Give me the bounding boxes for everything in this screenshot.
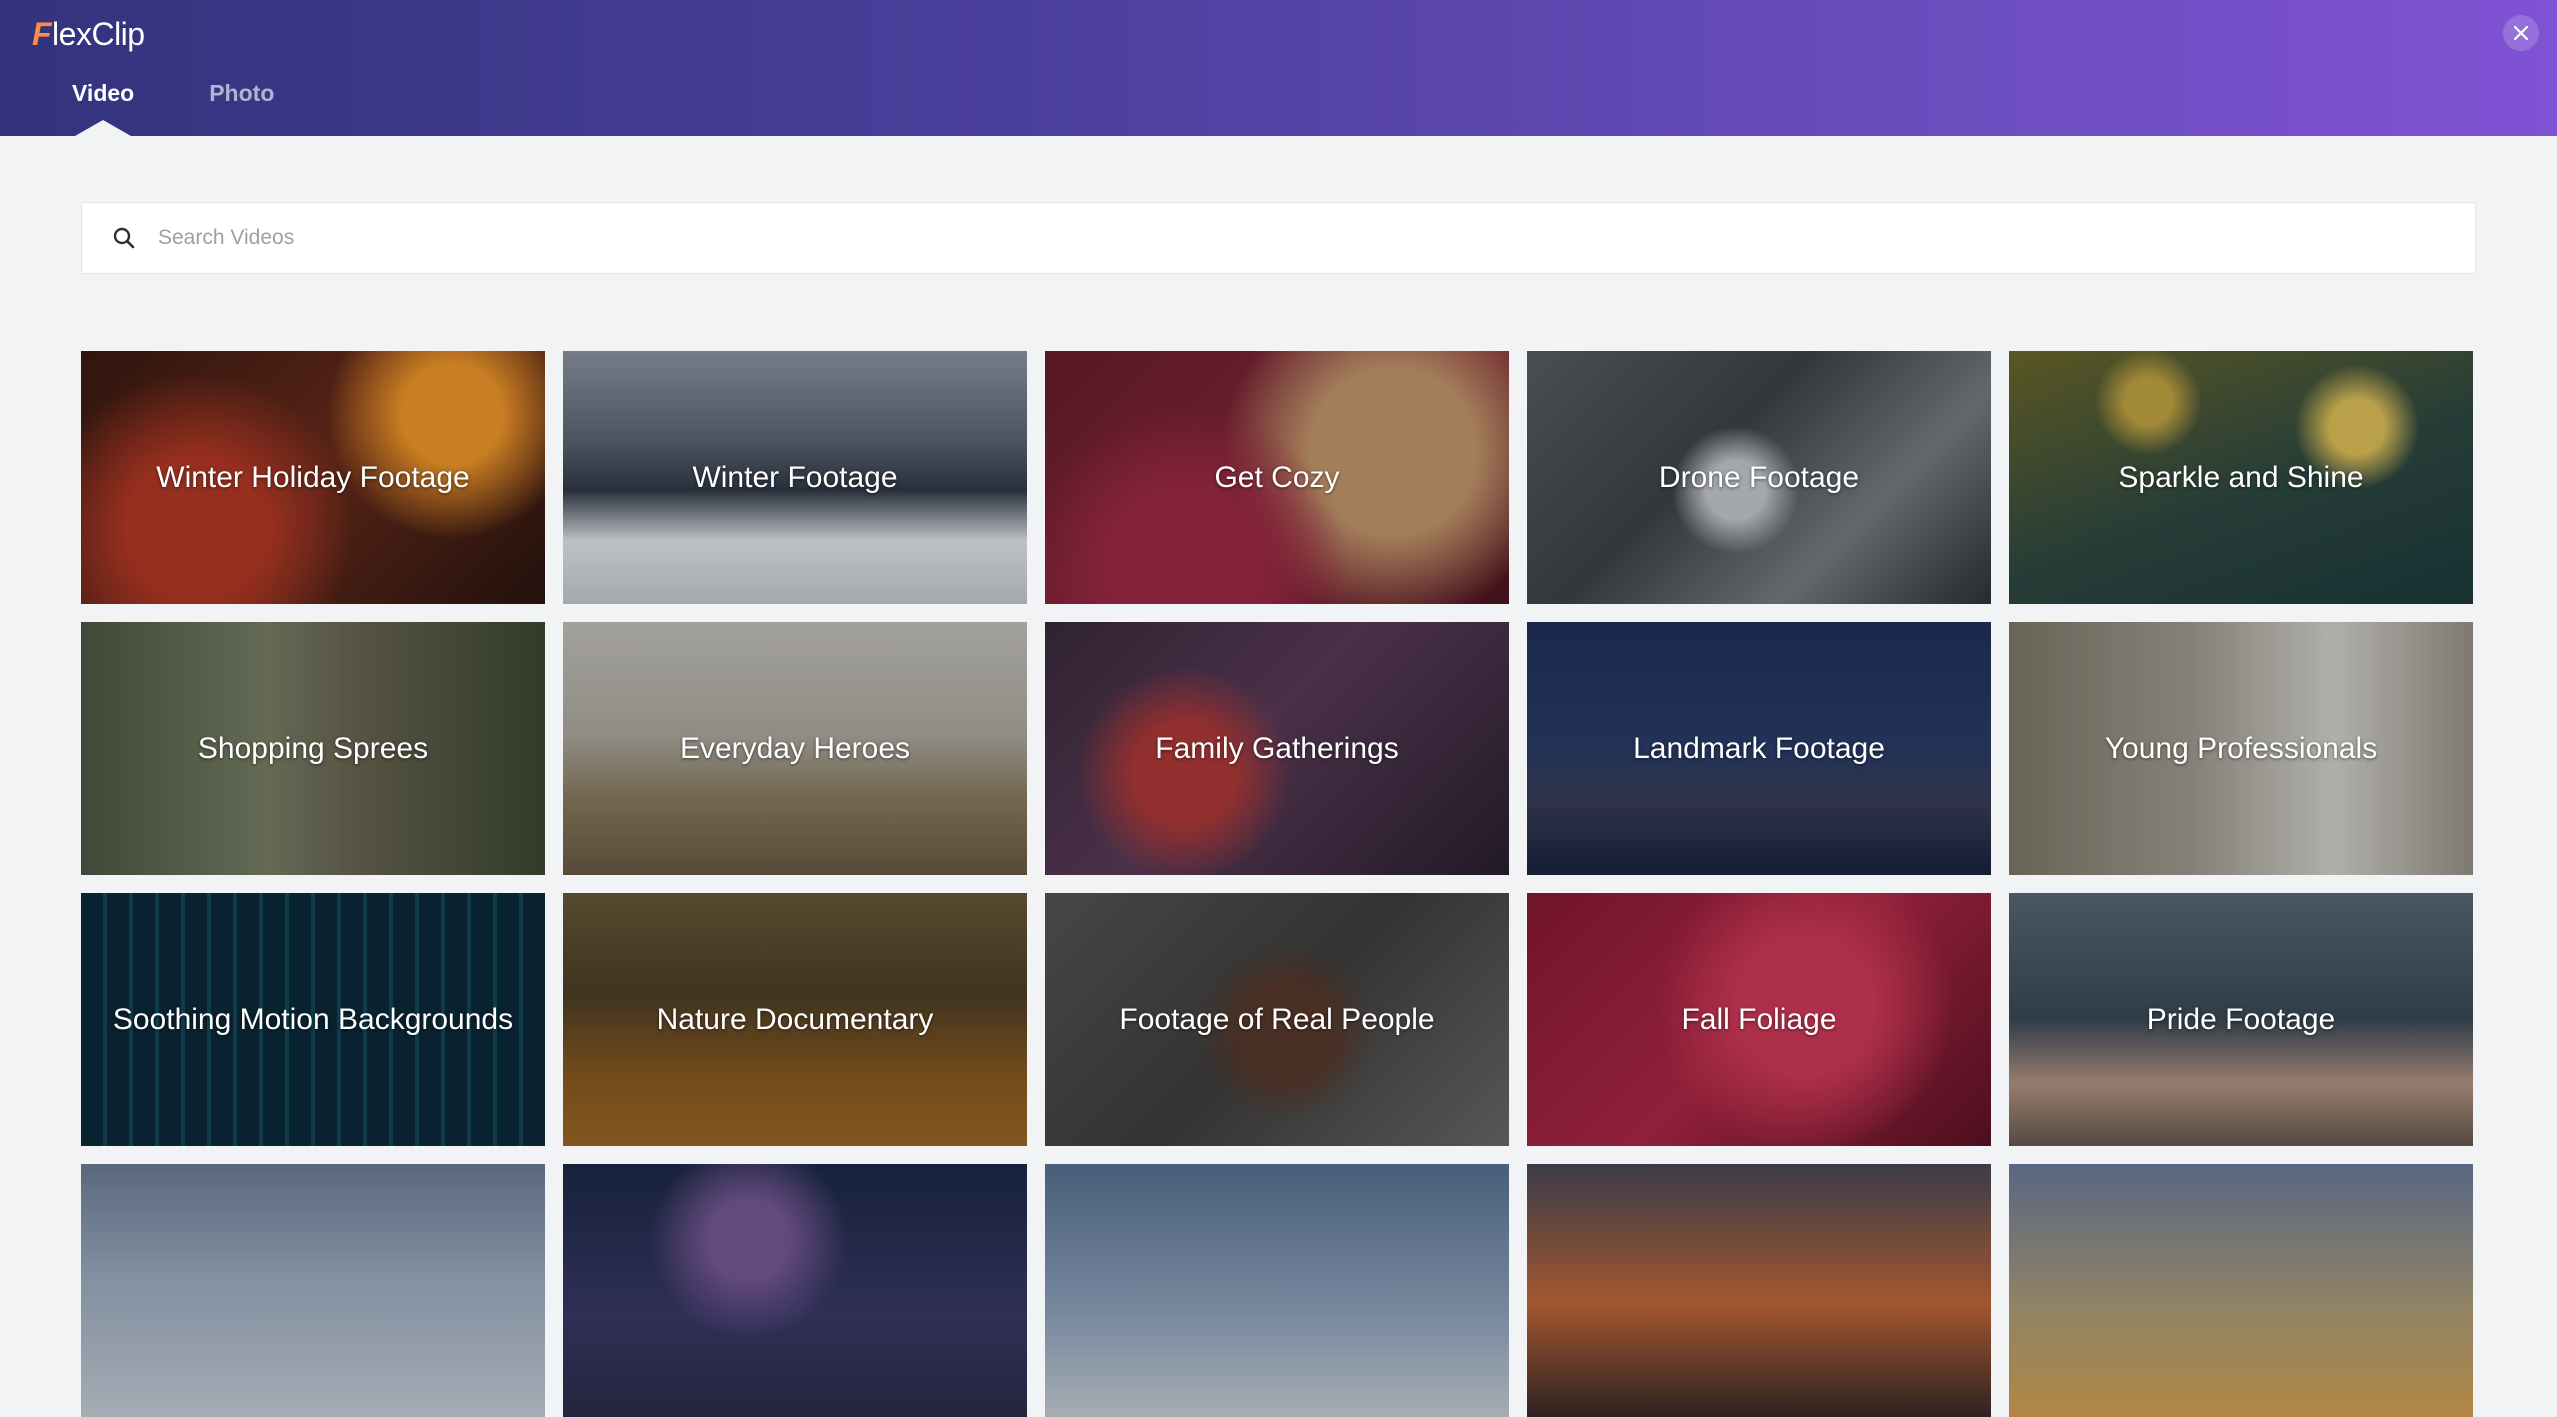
tile-label: Drone Footage (1658, 460, 1860, 494)
tile-label: Landmark Footage (1633, 731, 1885, 765)
category-tile[interactable]: Footage of Real People (1045, 893, 1509, 1146)
tile-label: Pride Footage (2146, 1002, 2336, 1036)
category-tile[interactable]: Winter Footage (563, 351, 1027, 604)
flexclip-logo: FlexClip (32, 14, 145, 54)
tile-label: Winter Footage (692, 460, 898, 494)
tile-label: Young Professionals (2104, 731, 2378, 765)
tile-label: Soothing Motion Backgrounds (112, 1002, 514, 1036)
category-tile[interactable]: Young Professionals (2009, 622, 2473, 875)
tab-video[interactable]: Video (72, 80, 134, 136)
tile-label: Sparkle and Shine (2118, 460, 2364, 494)
category-tile[interactable]: Everyday Heroes (563, 622, 1027, 875)
close-button[interactable] (2503, 15, 2539, 51)
category-tile[interactable]: Nature Documentary (563, 893, 1027, 1146)
search-input[interactable] (158, 226, 2358, 250)
search-icon (113, 227, 135, 249)
category-tile[interactable]: Pride Footage (2009, 893, 2473, 1146)
search-bar (81, 202, 2476, 274)
media-tabs: Video Photo (72, 80, 274, 136)
tile-label: Everyday Heroes (679, 731, 911, 765)
close-icon (2514, 26, 2528, 40)
logo-mark: F (32, 15, 52, 52)
category-tile[interactable]: Sparkle and Shine (2009, 351, 2473, 604)
category-tile[interactable]: Fall Foliage (1527, 893, 1991, 1146)
category-tile[interactable] (563, 1164, 1027, 1417)
category-tile[interactable]: Drone Footage (1527, 351, 1991, 604)
category-tile[interactable]: Shopping Sprees (81, 622, 545, 875)
logo-text: lexClip (52, 15, 145, 52)
tile-label: Shopping Sprees (197, 731, 429, 765)
tile-label: Fall Foliage (1681, 1002, 1837, 1036)
header: FlexClip Video Photo (0, 0, 2557, 136)
category-grid: Winter Holiday Footage Winter Footage Ge… (81, 351, 2475, 1417)
category-tile[interactable]: Family Gatherings (1045, 622, 1509, 875)
category-tile[interactable]: Get Cozy (1045, 351, 1509, 604)
category-tile[interactable] (81, 1164, 545, 1417)
category-tile[interactable] (1045, 1164, 1509, 1417)
category-tile[interactable] (1527, 1164, 1991, 1417)
category-tile[interactable]: Landmark Footage (1527, 622, 1991, 875)
tile-label: Footage of Real People (1119, 1002, 1435, 1036)
tile-label: Nature Documentary (656, 1002, 934, 1036)
category-tile[interactable]: Soothing Motion Backgrounds (81, 893, 545, 1146)
tile-label: Get Cozy (1214, 460, 1340, 494)
tile-label: Winter Holiday Footage (156, 460, 470, 494)
tile-label: Family Gatherings (1155, 731, 1399, 765)
tab-photo[interactable]: Photo (209, 80, 274, 136)
category-tile[interactable] (2009, 1164, 2473, 1417)
category-tile[interactable]: Winter Holiday Footage (81, 351, 545, 604)
